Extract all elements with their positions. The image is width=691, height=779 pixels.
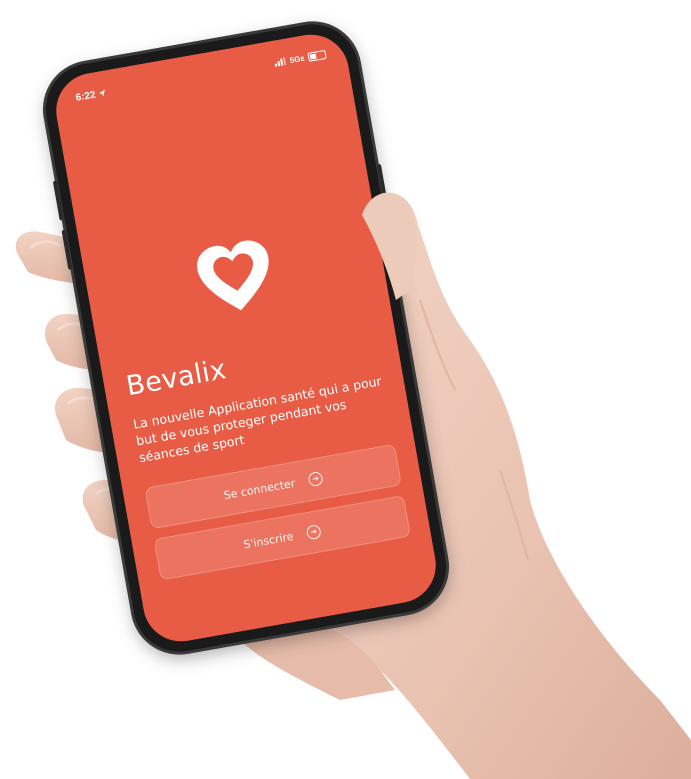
- device-mockup-scene: 6:22 5Gᴇ Bevalix La nouvelle Application…: [0, 0, 691, 779]
- thumb-overlay: [362, 192, 417, 300]
